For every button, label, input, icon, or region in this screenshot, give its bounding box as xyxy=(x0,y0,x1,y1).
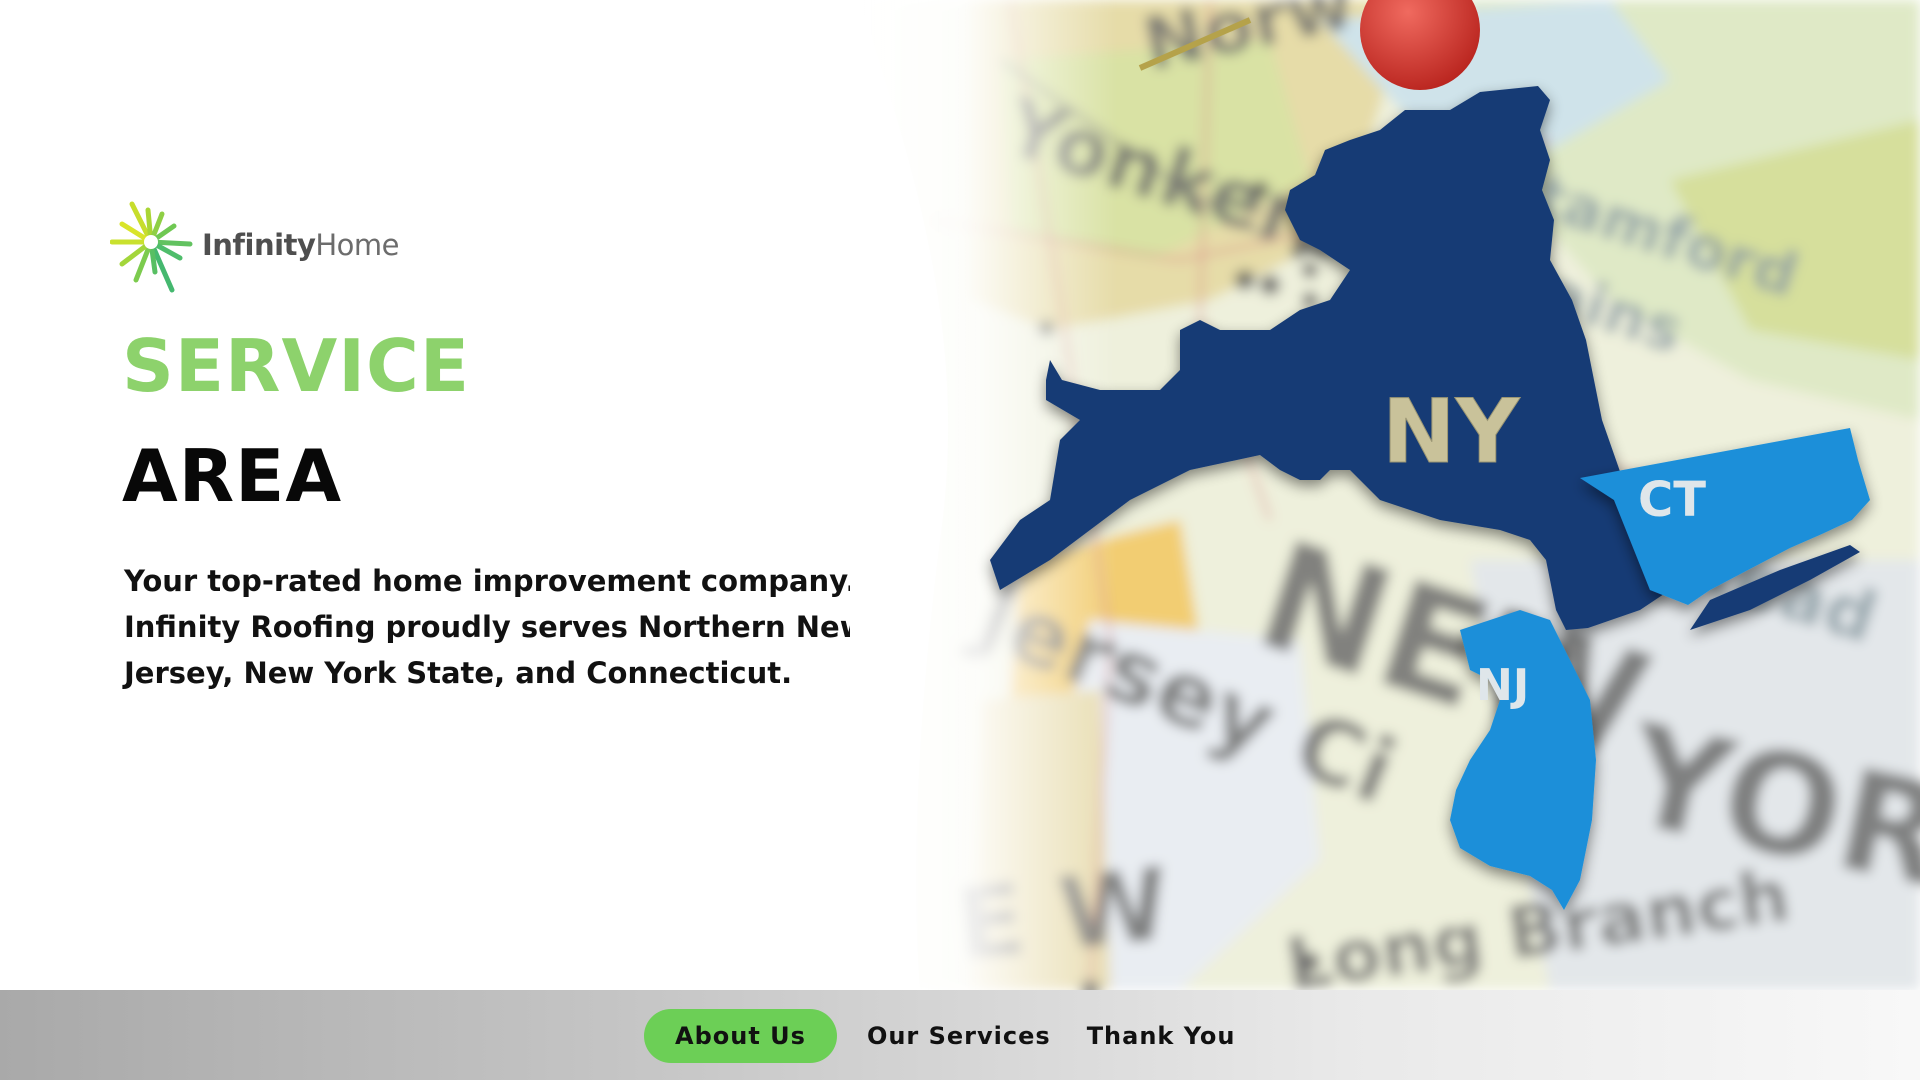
brand-logo[interactable]: InfinityHome xyxy=(110,200,399,296)
brand-name-light: Home xyxy=(315,228,399,262)
brand-wordmark: InfinityHome xyxy=(202,228,399,262)
nav-about-us-button[interactable]: About Us xyxy=(644,1009,837,1063)
service-description: Your top-rated home improvement company.… xyxy=(124,564,867,690)
footer-nav-bar: About Us Our Services Thank You xyxy=(0,990,1920,1080)
service-area-map: Norw Yonkers Stamford Plains NEW Jersey … xyxy=(850,0,1920,990)
brand-name-bold: Infinity xyxy=(202,228,316,262)
left-panel: InfinityHome SERVICE AREA Your top-rated… xyxy=(0,0,960,990)
footer-nav: About Us Our Services Thank You xyxy=(644,1009,1254,1063)
state-label-ny: NY xyxy=(1382,380,1521,483)
map-illustration: Norw Yonkers Stamford Plains NEW Jersey … xyxy=(850,0,1920,990)
nav-our-services-button[interactable]: Our Services xyxy=(849,1009,1069,1063)
page-title-line-2: AREA xyxy=(122,434,343,518)
page-title-line-1: SERVICE xyxy=(122,324,471,408)
nav-thank-you-button[interactable]: Thank You xyxy=(1069,1009,1254,1063)
starburst-icon xyxy=(110,201,193,293)
state-label-nj: NJ xyxy=(1476,660,1529,711)
state-label-ct: CT xyxy=(1638,472,1706,528)
